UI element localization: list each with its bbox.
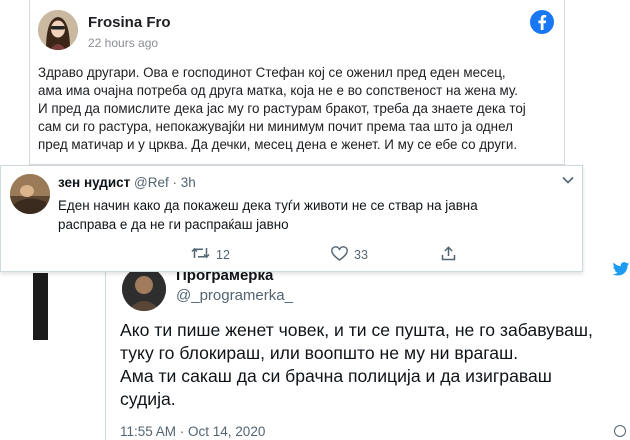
- author-name[interactable]: зен нудист: [58, 175, 130, 190]
- background-image-strip: [33, 273, 48, 340]
- author-name[interactable]: Frosina Fro: [88, 14, 171, 31]
- tweet-line: Ама ти сакаш да си брачна полиција и да …: [120, 366, 552, 386]
- tweet-line: Ако ти пише женет човек, и ти се пушта, …: [120, 320, 593, 340]
- twitter-bird-icon[interactable]: [612, 262, 630, 282]
- retweet-count: 12: [216, 247, 230, 262]
- avatar[interactable]: [38, 10, 78, 50]
- share-icon: [441, 246, 456, 264]
- post-text: Здраво другари. Ова е господинот Стефан …: [38, 64, 560, 154]
- like-button[interactable]: 33: [331, 246, 368, 264]
- author-handle[interactable]: @Ref: [134, 175, 169, 190]
- chevron-down-icon[interactable]: [562, 172, 574, 187]
- avatar[interactable]: [122, 267, 166, 311]
- post-time[interactable]: 22 hours ago: [88, 36, 158, 50]
- tweet-text: Ако ти пише женет човек, и ти се пушта, …: [120, 319, 625, 411]
- background-tweet: Програмерка @_programerka_ Ако ти пише ж…: [105, 253, 630, 440]
- info-icon[interactable]: [614, 425, 626, 437]
- post-line: ама има очајна потреба од друга матка, к…: [38, 83, 518, 98]
- share-button[interactable]: [441, 246, 456, 264]
- retweet-icon: [191, 246, 210, 263]
- author-handle[interactable]: @_programerka_: [176, 287, 293, 304]
- facebook-post: Frosina Fro 22 hours ago Здраво другари.…: [29, 0, 565, 165]
- separator: ·: [172, 175, 178, 190]
- post-line: пред матичар и у црква. Да дечки, месец …: [38, 137, 518, 152]
- tweet-time[interactable]: 3h: [181, 175, 196, 190]
- post-line: Здраво другари. Ова е господинот Стефан …: [38, 65, 506, 80]
- tweet-line: расправа е да не ги распраќаш јавно: [58, 217, 289, 232]
- retweet-button[interactable]: 12: [191, 246, 230, 263]
- heart-icon: [331, 246, 348, 264]
- like-count: 33: [354, 248, 368, 262]
- post-line: И пред да помислите дека јас му го расту…: [38, 101, 526, 116]
- tweet-timestamp[interactable]: 11:55 AM · Oct 14, 2020: [120, 424, 265, 439]
- tweet-line: судија.: [120, 389, 176, 409]
- tweet-header: зен нудист @Ref · 3h: [58, 175, 196, 190]
- reply-tweet: зен нудист @Ref · 3h Еден начин како да …: [0, 165, 583, 272]
- tweet-line: туку го блокираш, или воопшто не му ни в…: [120, 343, 519, 363]
- tweet-actions: 12 33: [191, 246, 551, 262]
- avatar[interactable]: [10, 174, 50, 214]
- tweet-text: Еден начин како да покажеш дека туѓи жив…: [58, 196, 573, 234]
- facebook-logo-icon[interactable]: [530, 10, 554, 34]
- post-line: сам си го растура, непокажувајќи ни мини…: [38, 119, 513, 134]
- tweet-line: Еден начин како да покажеш дека туѓи жив…: [58, 198, 478, 213]
